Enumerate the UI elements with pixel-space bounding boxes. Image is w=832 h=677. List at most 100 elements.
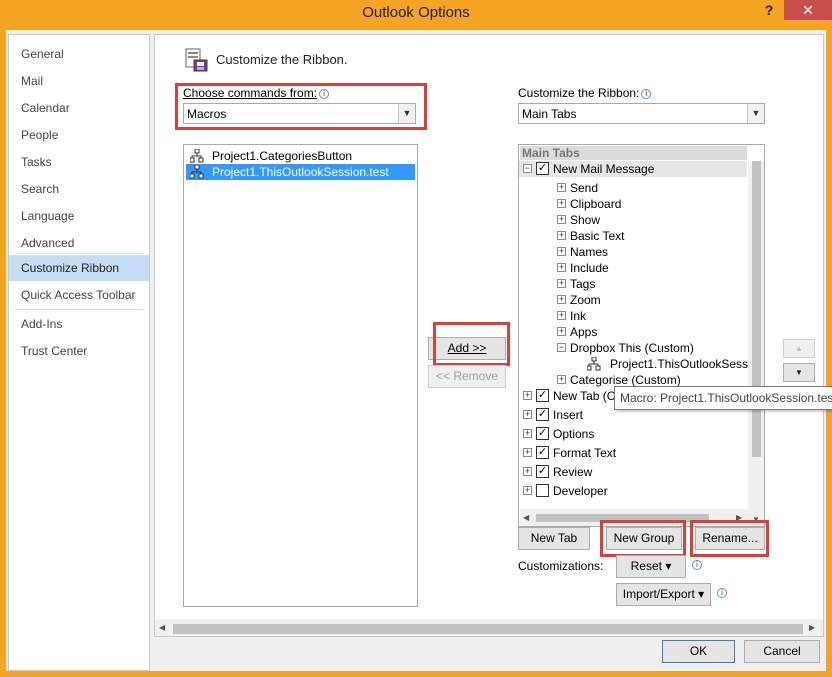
nav-item-search[interactable]: Search — [9, 176, 149, 202]
expand-icon[interactable]: + — [557, 375, 566, 384]
collapse-icon[interactable]: − — [557, 343, 566, 352]
expand-icon[interactable]: + — [557, 311, 566, 320]
customize-ribbon-dropdown[interactable]: Main Tabs ▼ — [518, 103, 765, 124]
expand-icon[interactable]: + — [523, 391, 532, 400]
close-button[interactable]: ✕ — [784, 0, 832, 20]
tree-scroll-thumb[interactable] — [752, 161, 761, 457]
chevron-down-icon[interactable]: ▼ — [747, 104, 764, 123]
expand-icon[interactable]: + — [523, 410, 532, 419]
expand-icon[interactable]: + — [523, 467, 532, 476]
list-item[interactable]: Project1.ThisOutlookSession.test — [186, 164, 415, 180]
checkbox-checked-icon[interactable]: ✓ — [536, 446, 549, 459]
nav-item-calendar[interactable]: Calendar — [9, 95, 149, 121]
tree-item-label: Apps — [570, 325, 598, 339]
tree-item-label: Names — [570, 245, 609, 259]
move-up-button[interactable]: ▲ — [783, 339, 815, 358]
reset-button[interactable]: Reset ▾ — [616, 555, 686, 578]
panel-hscroll-thumb[interactable] — [173, 624, 803, 634]
customize-ribbon-panel: Customize the Ribbon. Choose commands fr… — [154, 34, 832, 637]
nav-item-add-ins[interactable]: Add-Ins — [9, 311, 149, 337]
macro-icon — [587, 357, 601, 371]
nav-divider — [15, 253, 143, 254]
customizations-label: Customizations: — [518, 559, 604, 573]
title-bar: Outlook Options ? ✕ — [0, 0, 832, 27]
info-icon: i — [717, 588, 727, 598]
checkbox-checked-icon[interactable]: ✓ — [536, 408, 549, 421]
import-export-button[interactable]: Import/Export ▾ — [616, 583, 711, 606]
nav-item-tasks[interactable]: Tasks — [9, 149, 149, 175]
macro-tooltip: Macro: Project1.ThisOutlookSession.test — [614, 386, 832, 410]
list-item-label: Project1.CategoriesButton — [212, 149, 353, 163]
tree-item-label: Review — [553, 465, 593, 479]
expand-icon[interactable]: + — [557, 327, 566, 336]
checkbox-checked-icon[interactable]: ✓ — [536, 465, 549, 478]
options-nav: General Mail Calendar People Tasks Searc… — [8, 34, 150, 671]
info-icon: i — [692, 560, 702, 570]
list-item[interactable]: Project1.CategoriesButton — [186, 148, 415, 164]
tree-item-label: Send — [570, 181, 599, 195]
expand-icon[interactable]: + — [557, 215, 566, 224]
tree-item-label: Format Text — [553, 446, 617, 460]
expand-icon[interactable]: + — [557, 231, 566, 240]
highlight-box — [600, 520, 686, 557]
checkbox-checked-icon[interactable]: ✓ — [536, 389, 549, 402]
tree-item-label: Insert — [553, 408, 584, 422]
nav-item-trust-center[interactable]: Trust Center — [9, 338, 149, 364]
tree-item-label: Options — [553, 427, 595, 441]
remove-button[interactable]: << Remove — [428, 365, 506, 388]
commands-list[interactable]: Project1.CategoriesButton Project1.ThisO… — [183, 144, 418, 607]
info-icon: i — [641, 89, 652, 99]
tree-item-label: Project1.ThisOutlookSession.test — [610, 357, 764, 371]
highlight-box — [690, 520, 769, 557]
nav-item-customize-ribbon[interactable]: Customize Ribbon — [9, 255, 149, 281]
tree-item-label: Show — [570, 213, 601, 227]
checkbox-checked-icon[interactable]: ✓ — [536, 427, 549, 440]
tree-item-label: Basic Text — [570, 229, 625, 243]
nav-divider — [15, 309, 143, 310]
expand-icon[interactable]: + — [557, 279, 566, 288]
tree-item-label: Developer — [553, 484, 608, 498]
ok-button[interactable]: OK — [662, 640, 735, 663]
expand-icon[interactable]: + — [557, 295, 566, 304]
expand-icon[interactable]: + — [523, 429, 532, 438]
tree-item-new-mail-message[interactable]: − ✓ New Mail Message — [519, 161, 747, 177]
tree-item-macro[interactable]: Project1.ThisOutlookSession.test — [519, 356, 764, 372]
help-button[interactable]: ? — [758, 0, 780, 20]
ribbon-tree[interactable]: Main Tabs − ✓ New Mail Message + Send + Cl… — [518, 144, 765, 527]
scroll-left-arrow-icon[interactable]: ◀ — [523, 513, 529, 522]
expand-icon[interactable]: + — [523, 486, 532, 495]
macro-icon — [190, 165, 204, 179]
highlight-box — [175, 83, 427, 130]
scroll-left-arrow-icon[interactable]: ◀ — [159, 623, 165, 632]
nav-item-language[interactable]: Language — [9, 203, 149, 229]
expand-icon[interactable]: + — [557, 247, 566, 256]
customize-ribbon-text: Customize the Ribbon: — [518, 86, 640, 100]
panel-heading: Customize the Ribbon. — [216, 52, 348, 67]
customize-ribbon-value: Main Tabs — [522, 107, 577, 121]
expand-icon[interactable]: + — [557, 263, 566, 272]
window-title: Outlook Options — [362, 4, 470, 21]
nav-item-people[interactable]: People — [9, 122, 149, 148]
nav-item-mail[interactable]: Mail — [9, 68, 149, 94]
tree-item-label: New Mail Message — [553, 162, 655, 176]
cancel-button[interactable]: Cancel — [744, 640, 820, 663]
customize-ribbon-icon — [185, 48, 208, 72]
checkbox-unchecked-icon[interactable] — [536, 484, 549, 497]
tree-item-label: Tags — [570, 277, 596, 291]
expand-icon[interactable]: + — [557, 183, 566, 192]
customize-ribbon-label: Customize the Ribbon: i — [518, 86, 652, 100]
move-down-button[interactable]: ▼ — [783, 363, 815, 382]
nav-item-general[interactable]: General — [9, 41, 149, 67]
tree-item-label: Zoom — [570, 293, 601, 307]
scroll-right-arrow-icon[interactable]: ▶ — [809, 623, 815, 632]
expand-icon[interactable]: + — [557, 199, 566, 208]
checkbox-checked-icon[interactable]: ✓ — [536, 162, 549, 175]
macro-icon — [190, 149, 204, 163]
new-tab-button[interactable]: New Tab — [518, 527, 590, 550]
outlook-options-window: Outlook Options ? ✕ General Mail Calenda… — [0, 0, 832, 677]
expand-icon[interactable]: + — [523, 448, 532, 457]
nav-item-quick-access-toolbar[interactable]: Quick Access Toolbar — [9, 282, 149, 308]
highlight-box — [433, 322, 510, 366]
tree-item-label: Ink — [570, 309, 587, 323]
collapse-icon[interactable]: − — [523, 164, 532, 173]
